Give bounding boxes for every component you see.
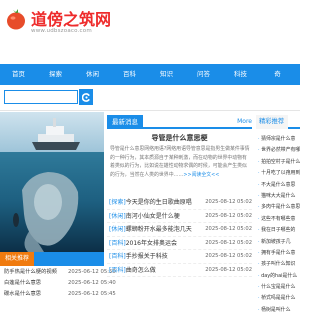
search-bar <box>0 85 300 111</box>
list-item[interactable]: 杨树是叫什么 <box>256 305 300 316</box>
nav-item-tech[interactable]: 科技 <box>222 64 259 85</box>
related-header: 相关推荐 <box>0 252 104 266</box>
nav-item-home[interactable]: 首页 <box>0 64 37 85</box>
list-item[interactable]: 新加坡孩子几 <box>256 237 300 248</box>
nav-item-leisure[interactable]: 休闲 <box>74 64 111 85</box>
read-more-link[interactable]: >>阅读全文<< <box>183 172 219 178</box>
main-nav: 首页 探索 休闲 百科 知识 问答 科技 奇 <box>0 64 300 85</box>
search-input[interactable] <box>4 90 78 104</box>
news-item[interactable]: [百科]曲奇怎么做 2025-08-12 05:02 <box>107 264 252 277</box>
featured-list: 猜师宗是什么意 世界必然带产有哪些 拍拍空村子是什么 十月吃了以孢用到 不大是什… <box>256 134 300 316</box>
list-item[interactable]: 白莲是什么意思 2025-06-12 05:40 <box>0 278 126 289</box>
nav-item-qa[interactable]: 问答 <box>185 64 222 85</box>
search-icon <box>81 92 90 102</box>
news-item[interactable]: [休闲]南河小仙女是什么梗 2025-08-12 05:02 <box>107 210 252 223</box>
list-item[interactable]: 猫咪大大是什么 <box>256 191 300 202</box>
news-item[interactable]: [休闲]螺蛳粉开水最多能泡几天 2025-08-12 05:02 <box>107 223 252 237</box>
nav-item-more[interactable]: 奇 <box>259 64 296 85</box>
latest-news-header: 最新消息 More <box>107 115 252 129</box>
news-item[interactable]: [探索]今天是你的生日歌曲原唱 2025-08-12 05:02 <box>107 196 252 210</box>
list-item[interactable]: 十月吃了以孢用到 <box>256 168 300 179</box>
list-item[interactable]: 什么宝是是什么 <box>256 282 300 293</box>
site-url: www.udbszoaco.com <box>31 28 92 34</box>
nav-item-encyclopedia[interactable]: 百科 <box>111 64 148 85</box>
nav-item-knowledge[interactable]: 知识 <box>148 64 185 85</box>
list-item[interactable]: 这些不有哪些意 <box>256 214 300 225</box>
tomato-logo-icon[interactable] <box>6 8 26 30</box>
news-item[interactable]: [百科]手抄报关于科技 2025-08-12 05:02 <box>107 250 252 264</box>
featured-heading: 精彩推荐 <box>256 115 289 129</box>
list-item[interactable]: 世界必然带产有哪些 <box>256 145 300 156</box>
featured-sidebar: 精彩推荐 猜师宗是什么意 世界必然带产有哪些 拍拍空村子是什么 十月吃了以孢用到… <box>256 112 300 313</box>
list-item[interactable]: 多肉牛是什么意思 <box>256 202 300 213</box>
featured-article-title[interactable]: 导管是什么意思梗 <box>107 133 252 143</box>
news-list: [探索]今天是你的生日歌曲原唱 2025-08-12 05:02 [休闲]南河小仙… <box>107 196 252 277</box>
site-name[interactable]: 道傍之筑网 <box>31 6 111 30</box>
list-item[interactable]: day的hai是什么 <box>256 271 300 282</box>
featured-article-summary: 导管是什么意思网络用语?网络用语导管意思是指男生做某件事情的一种行为，其本质源自… <box>110 146 250 178</box>
nav-item-explore[interactable]: 探索 <box>37 64 74 85</box>
news-item[interactable]: [百科]2016年女排奥运会 2025-08-12 05:02 <box>107 237 252 250</box>
search-button[interactable] <box>79 89 93 105</box>
list-item[interactable]: 猜师宗是什么意 <box>256 134 300 145</box>
ocean-ship-image <box>0 112 104 252</box>
list-item[interactable]: 桥式吗是是什么 <box>256 293 300 304</box>
featured-header: 精彩推荐 <box>256 115 300 129</box>
list-item[interactable]: 碳水是什么意思 2025-06-12 05:45 <box>0 289 126 300</box>
list-item[interactable]: 我在日子哪些的 <box>256 225 300 236</box>
hero-image[interactable] <box>0 112 104 252</box>
list-item[interactable]: 拥有手是什么意 <box>256 248 300 259</box>
list-item[interactable]: 孩子叫什么知识 <box>256 259 300 270</box>
list-item[interactable]: 拍拍空村子是什么 <box>256 157 300 168</box>
latest-news-heading: 最新消息 <box>107 115 143 129</box>
more-link[interactable]: More <box>237 115 252 129</box>
related-heading: 相关推荐 <box>0 252 35 266</box>
list-item[interactable]: 不大是什么意思 <box>256 180 300 191</box>
site-header: 道傍之筑网 www.udbszoaco.com <box>0 0 300 64</box>
